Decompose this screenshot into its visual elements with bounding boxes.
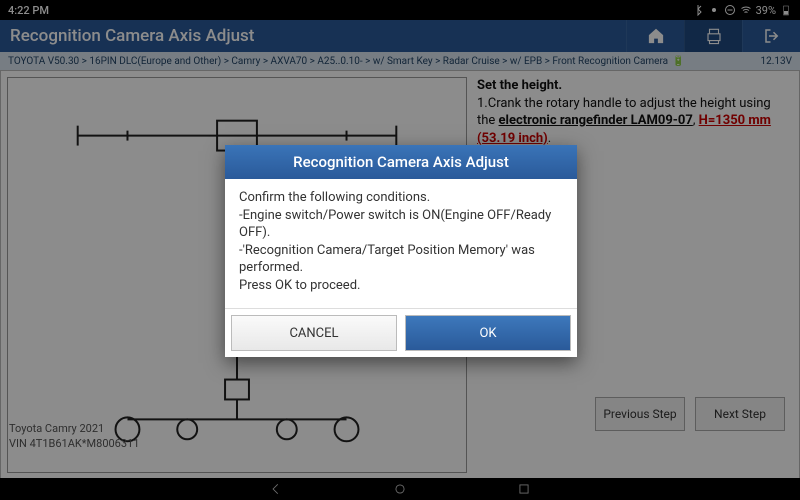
dialog-actions: CANCEL OK (225, 308, 577, 357)
ok-button[interactable]: OK (405, 315, 571, 351)
dialog-title: Recognition Camera Axis Adjust (225, 145, 577, 179)
cancel-button[interactable]: CANCEL (231, 315, 397, 351)
dialog-body: Confirm the following conditions.-Engine… (225, 179, 577, 308)
confirm-dialog: Recognition Camera Axis Adjust Confirm t… (225, 145, 577, 357)
